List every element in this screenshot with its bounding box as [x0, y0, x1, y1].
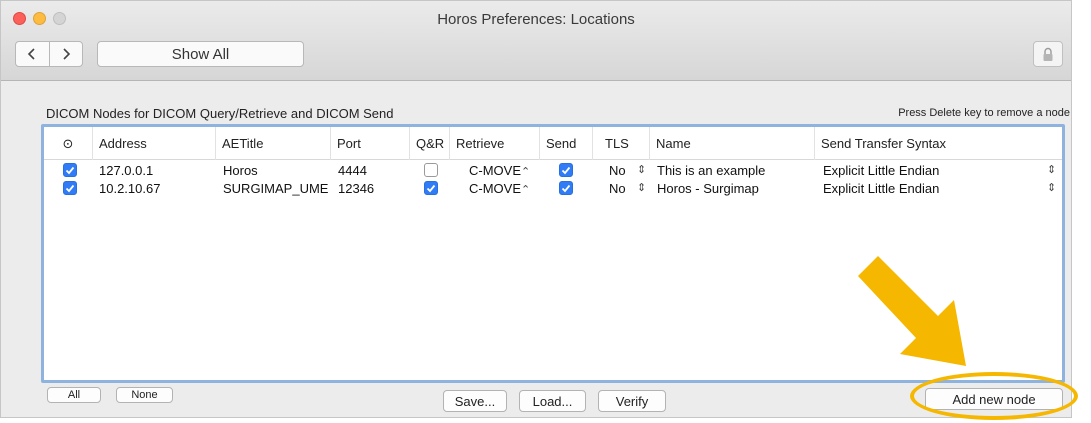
- column-retrieve[interactable]: Retrieve: [450, 127, 540, 160]
- stepper-icon: ⇕: [1047, 182, 1057, 194]
- column-qr[interactable]: Q&R: [410, 127, 450, 160]
- table-header: ⊙ Address AETitle Port Q&R Retrieve Send…: [44, 127, 1062, 160]
- stepper-icon: ⌃: [521, 184, 531, 196]
- stepper-icon: ⇕: [1047, 164, 1057, 176]
- chevron-left-icon: [28, 48, 35, 60]
- send-checkbox[interactable]: [559, 181, 573, 195]
- tls-popup[interactable]: No: [609, 162, 626, 179]
- aetitle-cell[interactable]: SURGIMAP_UME: [223, 180, 328, 197]
- column-tls[interactable]: TLS: [593, 127, 650, 160]
- checkmark-icon: [426, 184, 436, 192]
- stepper-icon: ⇕: [637, 182, 647, 194]
- stepper-icon: ⌃: [521, 166, 531, 178]
- syntax-popup[interactable]: Explicit Little Endian: [823, 162, 939, 179]
- tls-value: No: [609, 163, 626, 178]
- retrieve-popup[interactable]: C-MOVE⌃: [469, 180, 530, 197]
- section-title: DICOM Nodes for DICOM Query/Retrieve and…: [46, 106, 394, 121]
- syntax-value: Explicit Little Endian: [823, 181, 940, 196]
- column-send[interactable]: Send: [540, 127, 593, 160]
- retrieve-value: C-MOVE: [469, 163, 521, 178]
- enabled-checkbox[interactable]: [63, 163, 77, 177]
- show-all-button[interactable]: Show All: [97, 41, 304, 67]
- name-cell[interactable]: This is an example: [657, 162, 765, 179]
- qr-checkbox[interactable]: [424, 181, 438, 195]
- column-enabled[interactable]: ⊙: [44, 127, 93, 160]
- column-aetitle[interactable]: AETitle: [216, 127, 331, 160]
- window-title: Horos Preferences: Locations: [437, 11, 635, 28]
- annotation-arrow-icon: [858, 256, 966, 366]
- lock-icon: [1043, 47, 1053, 61]
- aetitle-cell[interactable]: Horos: [223, 162, 258, 179]
- select-all-button[interactable]: All: [47, 387, 101, 403]
- chevron-right-icon: [63, 48, 70, 60]
- table-row[interactable]: 127.0.0.1 Horos 4444 C-MOVE⌃ No ⇕ This i…: [44, 162, 1062, 179]
- toolbar: Horos Preferences: Locations Show All: [1, 1, 1071, 81]
- send-checkbox[interactable]: [559, 163, 573, 177]
- enabled-checkbox[interactable]: [63, 181, 77, 195]
- retrieve-popup[interactable]: C-MOVE⌃: [469, 162, 530, 179]
- tls-popup[interactable]: No: [609, 180, 626, 197]
- name-cell[interactable]: Horos - Surgimap: [657, 180, 759, 197]
- port-cell[interactable]: 4444: [338, 162, 367, 179]
- syntax-popup[interactable]: Explicit Little Endian: [823, 180, 939, 197]
- checkmark-icon: [561, 166, 571, 174]
- annotation-highlight-ring: [910, 372, 1078, 420]
- checkmark-icon: [561, 184, 571, 192]
- port-cell[interactable]: 12346: [338, 180, 374, 197]
- delete-hint: Press Delete key to remove a node: [898, 107, 1070, 119]
- checkmark-icon: [65, 184, 75, 192]
- address-cell[interactable]: 10.2.10.67: [99, 180, 160, 197]
- column-send-transfer-syntax[interactable]: Send Transfer Syntax: [815, 127, 1062, 160]
- forward-button[interactable]: [50, 42, 83, 66]
- lock-button[interactable]: [1033, 41, 1063, 67]
- load-button[interactable]: Load...: [519, 390, 586, 412]
- verify-button[interactable]: Verify: [598, 390, 666, 412]
- tls-value: No: [609, 181, 626, 196]
- column-address[interactable]: Address: [93, 127, 216, 160]
- column-port[interactable]: Port: [331, 127, 410, 160]
- table-row[interactable]: 10.2.10.67 SURGIMAP_UME 12346 C-MOVE⌃ No…: [44, 180, 1062, 197]
- column-name[interactable]: Name: [650, 127, 815, 160]
- stepper-icon: ⇕: [637, 164, 647, 176]
- back-button[interactable]: [16, 42, 50, 66]
- save-button[interactable]: Save...: [443, 390, 507, 412]
- back-forward-control: [15, 41, 83, 67]
- address-cell[interactable]: 127.0.0.1: [99, 162, 153, 179]
- retrieve-value: C-MOVE: [469, 181, 521, 196]
- syntax-value: Explicit Little Endian: [823, 163, 940, 178]
- qr-checkbox[interactable]: [424, 163, 438, 177]
- checkmark-icon: [65, 166, 75, 174]
- select-none-button[interactable]: None: [116, 387, 173, 403]
